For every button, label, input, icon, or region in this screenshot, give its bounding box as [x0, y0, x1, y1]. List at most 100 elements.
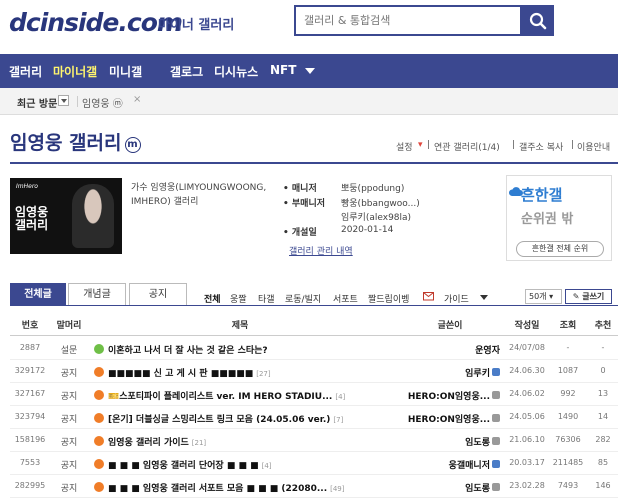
filter-support[interactable]: 서포트 — [333, 292, 358, 305]
post-title[interactable]: 이혼하고 나서 더 잘 사는 것 같은 스타는? — [94, 343, 354, 356]
info-key: • 매니저 — [283, 184, 317, 194]
site-logo[interactable]: dcinside.com — [9, 8, 183, 37]
tab-concept[interactable]: 개념글 — [68, 283, 126, 306]
nav-gallog[interactable]: 갤로그 — [170, 63, 203, 80]
post-title-text: ■■■■■ 신 고 게 시 판 ■■■■■ — [108, 369, 254, 379]
chevron-down-icon[interactable] — [480, 295, 488, 300]
filter-labor[interactable]: 로동/빌지 — [285, 292, 321, 305]
tab-notice[interactable]: 공지 — [129, 283, 187, 306]
related-gallery-link[interactable]: 연관 갤러리(1/4) — [434, 140, 500, 153]
post-writer[interactable]: HERO:ON임영웅... — [394, 389, 500, 402]
thumb-title: 임영웅 갤러리 — [15, 206, 48, 232]
post-views: 211485 — [552, 458, 584, 467]
nav-mini-gallery[interactable]: 미니갤 — [109, 63, 142, 80]
ranking-ad[interactable]: 흔한갤 순위권 밖 흔한갤 전체 순위 — [506, 175, 612, 261]
reply-count[interactable]: [21] — [192, 439, 206, 447]
gallery-description: 가수 임영웅(LIMYOUNGWOONG, IMHERO) 갤러리 — [131, 183, 267, 207]
post-title[interactable]: ■■■■■ 신 고 게 시 판 ■■■■■ [27] — [94, 366, 354, 379]
table-row[interactable]: 282995 공지 ■ ■ ■ 임영웅 갤러리 서포트 모음 ■ ■ ■ (2208… — [10, 475, 618, 498]
info-value[interactable]: 뽀둥(ppodung) — [341, 181, 404, 194]
copy-address-link[interactable]: 갤주소 복사 — [519, 140, 563, 153]
list-count-select[interactable]: 50개 ▾ — [525, 289, 562, 304]
writer-badge-icon — [492, 460, 500, 468]
post-views: 992 — [560, 389, 576, 398]
table-row[interactable]: 323794 공지 [온기] 더블싱글 스밍리스트 링크 모음 (24.05.06 … — [10, 406, 618, 429]
post-writer[interactable]: 운영자 — [394, 343, 500, 356]
post-date: 21.06.10 — [509, 435, 545, 444]
post-title[interactable]: [온기] 더블싱글 스밍리스트 링크 모음 (24.05.06 ver.) [7] — [94, 412, 354, 425]
info-value[interactable]: 빵웅(bbangwoo...) — [341, 196, 420, 209]
divider: | — [571, 140, 575, 150]
divider — [77, 96, 78, 107]
post-title-text: 임영웅 갤러리 가이드 — [108, 438, 189, 448]
writer-name: HERO:ON임영웅... — [407, 415, 490, 425]
gallery-title[interactable]: 임영웅 갤러리 m — [10, 128, 141, 155]
tab-divider — [10, 305, 618, 306]
post-writer[interactable]: 임도롱 — [394, 435, 500, 448]
writer-badge-icon — [492, 368, 500, 376]
reply-count[interactable]: [7] — [333, 416, 343, 424]
filter-all[interactable]: 전체 — [204, 292, 221, 305]
envelope-icon[interactable] — [423, 291, 434, 304]
filter-ungjjal[interactable]: 웅짤 — [230, 292, 247, 305]
write-button[interactable]: ✎ 글쓰기 — [565, 289, 612, 304]
writer-name: HERO:ON임영웅... — [407, 392, 490, 402]
col-recommend: 추천 — [594, 321, 612, 331]
post-category: 공지 — [60, 461, 78, 471]
post-title-text: 🎫스포티파이 플레이리스트 ver. IM HERO STADIU... — [108, 392, 333, 402]
col-views: 조회 — [559, 321, 577, 331]
reply-count[interactable]: [4] — [335, 393, 345, 401]
post-title[interactable]: ■ ■ ■ 임영웅 갤러리 단어장 ■ ■ ■ [4] — [94, 458, 354, 471]
info-value[interactable]: 임루키(alex98la) — [341, 210, 411, 223]
reply-count[interactable]: [49] — [330, 485, 344, 493]
post-category: 공지 — [60, 369, 78, 379]
nav-gallery[interactable]: 갤러리 — [9, 63, 42, 80]
nav-dcnews[interactable]: 디시뉴스 — [214, 63, 258, 80]
thumb-label: ImHero — [16, 183, 38, 190]
post-writer[interactable]: 웅갤매니저 — [394, 458, 500, 471]
filter-meme-event[interactable]: 짤드립이벵 — [368, 292, 409, 305]
filter-guide[interactable]: 가이드 — [444, 292, 469, 305]
post-writer[interactable]: HERO:ON임영웅... — [394, 412, 500, 425]
post-recommend: 0 — [600, 366, 606, 375]
writer-name: 임루키 — [465, 369, 490, 379]
manage-history-link[interactable]: 갤러리 관리 내역 — [289, 244, 353, 257]
guide-link[interactable]: 이용안내 — [577, 140, 610, 153]
settings-link[interactable]: 설정 — [396, 140, 413, 153]
notice-icon — [94, 390, 104, 400]
post-writer[interactable]: 임도롱 — [394, 481, 500, 494]
post-title[interactable]: ■ ■ ■ 임영웅 갤러리 서포트 모음 ■ ■ ■ (22080... [49] — [94, 481, 354, 494]
post-number: 329172 — [14, 366, 46, 375]
post-title[interactable]: 🎫스포티파이 플레이리스트 ver. IM HERO STADIU... [4] — [94, 389, 354, 402]
recent-dropdown-icon[interactable] — [58, 95, 69, 106]
writer-name: 웅갤매니저 — [448, 461, 490, 471]
reply-count[interactable]: [4] — [262, 462, 272, 470]
search-input[interactable] — [296, 7, 520, 34]
notice-icon — [94, 482, 104, 492]
info-key: • 부매니저 — [283, 199, 326, 209]
post-views: 76306 — [555, 435, 581, 444]
close-icon[interactable]: × — [133, 94, 141, 105]
reply-count[interactable]: [27] — [256, 370, 270, 378]
writer-badge-icon — [492, 391, 500, 399]
post-title[interactable]: 임영웅 갤러리 가이드 [21] — [94, 435, 354, 448]
nav-minor-gallery[interactable]: 마이너갤 — [53, 63, 97, 80]
table-row[interactable]: 7553 공지 ■ ■ ■ 임영웅 갤러리 단어장 ■ ■ ■ [4] 웅갤매니저 20.… — [10, 452, 618, 475]
tab-all[interactable]: 전체글 — [10, 283, 66, 306]
nav-nft[interactable]: NFT — [270, 63, 296, 77]
post-writer[interactable]: 임루키 — [394, 366, 500, 379]
post-category: 공지 — [60, 392, 78, 402]
table-row[interactable]: 329172 공지 ■■■■■ 신 고 게 시 판 ■■■■■ [27] 임루키 24.0… — [10, 360, 618, 383]
filter-other-gallery[interactable]: 타갤 — [258, 292, 275, 305]
table-row[interactable]: 327167 공지 🎫스포티파이 플레이리스트 ver. IM HERO STADI… — [10, 383, 618, 406]
minor-gallery-link[interactable]: 마이너 갤러리 — [158, 14, 234, 33]
notice-icon — [94, 413, 104, 423]
table-row[interactable]: 2887 설문 이혼하고 나서 더 잘 사는 것 같은 스타는? 운영자 24/07/0… — [10, 337, 618, 360]
post-date: 23.02.28 — [509, 481, 545, 490]
full-ranking-button[interactable]: 흔한갤 전체 순위 — [516, 241, 604, 257]
recent-item-imyoungwoong[interactable]: 임영웅 ⓜ — [82, 95, 123, 110]
search-button[interactable] — [522, 5, 554, 36]
post-title-text: ■ ■ ■ 임영웅 갤러리 단어장 ■ ■ ■ — [108, 461, 259, 471]
nav-more-icon[interactable] — [305, 68, 315, 74]
table-row[interactable]: 158196 공지 임영웅 갤러리 가이드 [21] 임도롱 21.06.10 76306 2… — [10, 429, 618, 452]
